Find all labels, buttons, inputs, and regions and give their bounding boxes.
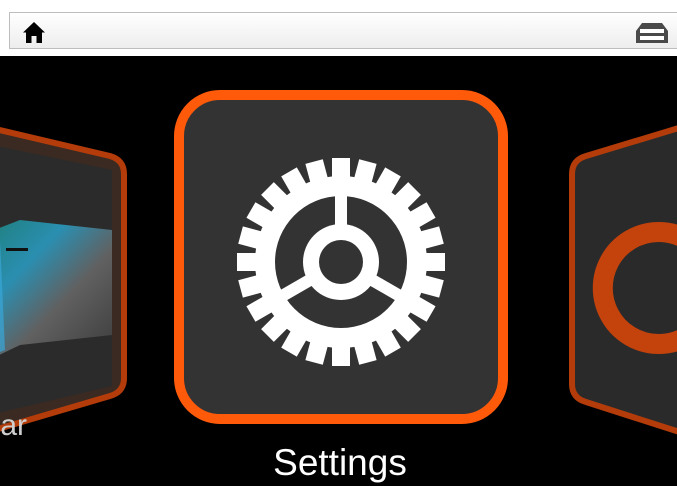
top-bar-background xyxy=(9,12,677,49)
top-bar xyxy=(0,0,677,56)
settings-tile[interactable] xyxy=(174,90,508,424)
app-carousel: ar Settings xyxy=(0,56,677,486)
home-icon[interactable] xyxy=(21,20,47,46)
settings-label: Settings xyxy=(273,442,407,483)
previous-app-tile[interactable] xyxy=(0,120,130,440)
gear-icon xyxy=(237,158,445,366)
connection-icon[interactable] xyxy=(632,19,672,47)
app-screen: ar Settings xyxy=(0,0,677,486)
previous-app-label-clip: ar xyxy=(0,408,27,448)
previous-app-label: ar xyxy=(0,409,27,442)
next-app-tile[interactable] xyxy=(566,120,677,440)
